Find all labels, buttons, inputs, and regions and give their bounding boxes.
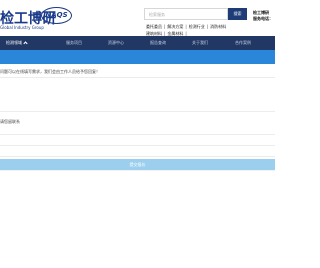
hot-link[interactable]: 解决方案 [167, 24, 183, 30]
requirement-textarea[interactable] [0, 84, 275, 112]
divider [0, 170, 275, 171]
naqs-logo-badge: NAQS [41, 7, 72, 24]
divider: | [185, 24, 187, 29]
search-bar: 搜索 [144, 8, 247, 20]
divider: | [206, 24, 209, 29]
contact-phone-label: 服务电话： [253, 16, 273, 21]
nav-item-services[interactable]: 服务项目 [66, 36, 82, 50]
hot-link[interactable]: 消防材料 [210, 24, 226, 30]
form-description: 问题可以在线填写需求，我们会由工作人员给予您回复！ [0, 69, 100, 74]
contact-label: 请您留联系 [0, 119, 20, 124]
contact-field-3[interactable] [0, 148, 275, 157]
search-button[interactable]: 搜索 [228, 8, 247, 20]
nav-item-cases[interactable]: 合作案例 [235, 36, 251, 50]
nav-item-label: 服务项目 [66, 40, 82, 45]
search-input[interactable] [144, 8, 228, 20]
site-header: 检工博研 Global Industry Group NAQS 搜索 委托委员|… [0, 0, 275, 36]
nav-item-resources[interactable]: 资源中心 [108, 36, 124, 50]
nav-item-about[interactable]: 关于我们 [192, 36, 208, 50]
nav-item-label: 资源中心 [108, 40, 124, 45]
nav-item-testing-field[interactable]: 检测领域 [6, 36, 28, 50]
banner-strip [0, 50, 275, 64]
nav-item-label: 检测领域 [6, 40, 22, 45]
contact-info: 检工博研 服务电话： [253, 10, 273, 22]
logo-subtitle: Global Industry Group [0, 25, 44, 30]
nav-item-label: 报告查询 [150, 40, 166, 45]
divider [0, 77, 275, 78]
chevron-up-icon [23, 40, 28, 46]
hot-link[interactable]: 委托委员 [146, 24, 162, 30]
nav-item-label: 合作案例 [235, 40, 251, 45]
hot-link[interactable]: 检测行业 [189, 24, 205, 30]
main-nav: 检测领域 服务项目 资源中心 报告查询 关于我们 合作案例 [0, 36, 275, 50]
submit-button[interactable]: 提交报价 [0, 159, 275, 170]
contact-field-2[interactable] [0, 137, 275, 146]
nav-item-label: 关于我们 [192, 40, 208, 45]
nav-item-report-query[interactable]: 报告查询 [150, 36, 166, 50]
divider: | [164, 24, 166, 29]
contact-field[interactable] [0, 126, 275, 135]
hot-links-row-1: 委托委员 | 解决方案 | 检测行业 | 消防材料 [146, 24, 226, 30]
